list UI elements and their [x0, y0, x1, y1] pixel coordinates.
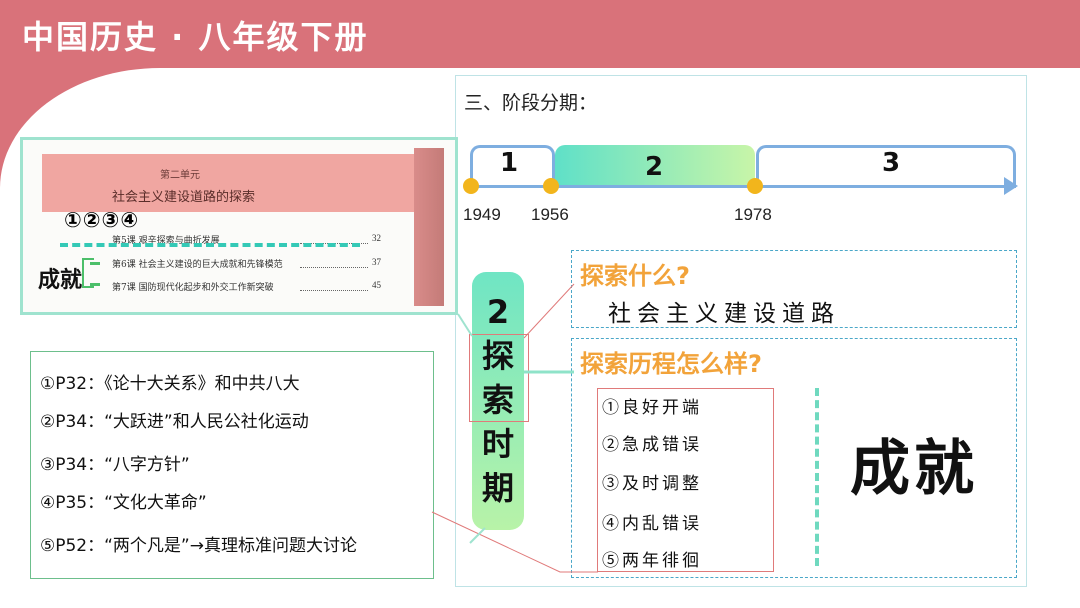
achievement-label-big: 成就	[850, 434, 978, 504]
toc-page-2: 37	[372, 257, 381, 267]
year-label-1956: 1956	[531, 205, 569, 224]
period-number: 2	[486, 293, 510, 331]
segment-label-3: 3	[882, 148, 901, 178]
toc-leader-2	[300, 266, 368, 268]
process-step: ③及时调整	[602, 474, 702, 494]
textbook-unit-label: 第二单元	[160, 170, 200, 181]
process-step: ①良好开端	[602, 398, 702, 418]
list-item: ③P34：“八字方针”	[40, 455, 190, 475]
textbook-unit-title: 社会主义建设道路的探索	[112, 190, 256, 205]
segment-label-1: 1	[500, 148, 519, 178]
explore-what-title: 探索什么?	[580, 262, 690, 290]
process-step: ④内乱错误	[602, 514, 702, 534]
process-step: ②急成错误	[602, 435, 702, 455]
circled-numbers: ①②③④	[64, 208, 140, 232]
list-item: ⑤P52：“两个凡是”→真理标准问题大讨论	[40, 536, 357, 556]
process-step: ⑤两年徘徊	[602, 551, 702, 571]
list-item: ④P35：“文化大革命”	[40, 493, 207, 513]
list-item: ①P32：《论十大关系》和中共八大	[40, 374, 300, 394]
period-char-4: 期	[481, 469, 514, 507]
timeline-dot-1956	[543, 178, 559, 194]
toc-entry-3: 第7课 国防现代化起步和外交工作新突破	[112, 283, 274, 293]
toc-leader-3	[300, 289, 368, 291]
textbook-spine	[414, 148, 444, 306]
toc-entry-2: 第6课 社会主义建设的巨大成就和先锋模范	[112, 260, 283, 270]
achievement-label-small: 成就	[38, 268, 83, 293]
toc-page-1: 32	[372, 233, 381, 243]
year-label-1949: 1949	[463, 205, 501, 224]
segment-label-2: 2	[645, 152, 664, 182]
explore-what-answer: 社会主义建设道路	[608, 301, 840, 327]
process-divider	[815, 388, 819, 566]
green-dash-2	[90, 283, 100, 286]
timeline-arrow-icon	[1004, 177, 1018, 195]
list-item: ②P34：“大跃进”和人民公社化运动	[40, 412, 309, 432]
page-title: 中国历史 · 八年级下册	[22, 18, 369, 56]
period-highlight-box	[469, 334, 529, 422]
toc-page-3: 45	[372, 280, 381, 290]
explore-process-title: 探索历程怎么样?	[580, 350, 762, 378]
period-char-3: 时	[481, 425, 514, 463]
green-dash-1	[90, 262, 100, 265]
cyan-dash-marker	[60, 243, 360, 247]
timeline-dot-1949	[463, 178, 479, 194]
stage-title: 三、阶段分期：	[464, 92, 598, 114]
timeline-dot-1978	[747, 178, 763, 194]
year-label-1978: 1978	[734, 205, 772, 224]
